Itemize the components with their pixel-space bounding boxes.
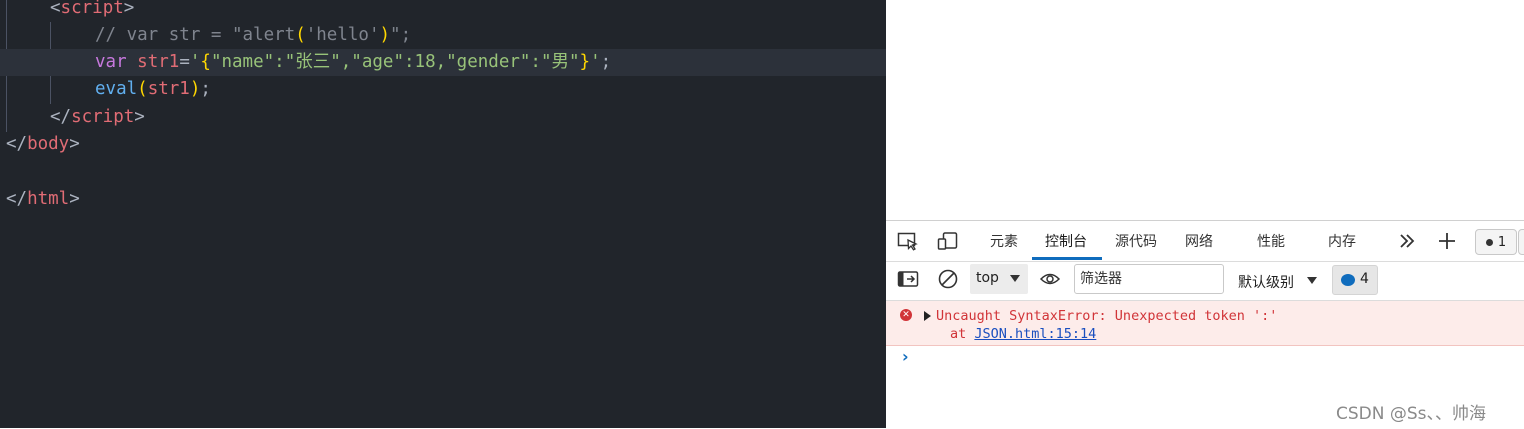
warning-count-badge[interactable] [1518, 229, 1524, 255]
log-levels-dropdown[interactable]: 默认级别 [1238, 272, 1294, 292]
log-levels-label: 默认级别 [1238, 275, 1294, 291]
message-icon [1341, 274, 1355, 286]
console-prompt[interactable]: › [902, 347, 909, 366]
page-preview [886, 0, 1524, 220]
tab-memory[interactable]: 内存 [1328, 221, 1356, 261]
error-message: Uncaught SyntaxError: Unexpected token '… [936, 308, 1278, 324]
code-line-script-close: </script> [50, 107, 145, 127]
error-location-link[interactable]: JSON.html:15:14 [974, 326, 1096, 342]
code-line-eval: eval(str1); [95, 79, 211, 99]
tab-elements[interactable]: 元素 [990, 221, 1018, 261]
code-line-script-open: <script> [50, 0, 135, 18]
code-editor[interactable]: <script> // var str = "alert('hello')"; … [0, 0, 886, 428]
devtools-panel: 元素 控制台 源代码 网络 性能 内存 1 top 筛选器 默认级别 4 ✕ U… [886, 220, 1524, 429]
filter-input[interactable] [1074, 264, 1224, 294]
code-line-comment: // var str = "alert('hello')"; [95, 25, 412, 45]
error-count-badge[interactable]: 1 [1475, 229, 1517, 255]
devtools-tabbar: 元素 控制台 源代码 网络 性能 内存 1 [886, 221, 1524, 262]
eye-icon[interactable] [1038, 269, 1062, 289]
console-toolbar: top 默认级别 4 [886, 262, 1524, 301]
tab-sources[interactable]: 源代码 [1115, 221, 1157, 261]
code-line-var-str1: var str1='{"name":"张三","age":18,"gender"… [95, 52, 612, 72]
message-count-badge[interactable]: 4 [1332, 265, 1378, 295]
context-value: top [976, 270, 999, 286]
error-count: 1 [1497, 234, 1507, 250]
error-dot-icon [1485, 238, 1493, 246]
watermark: CSDN @Ss、、帅海 [1336, 404, 1487, 424]
clear-icon[interactable] [936, 269, 960, 289]
code-line-body-close: </body> [6, 134, 80, 154]
inspect-icon[interactable] [896, 231, 920, 251]
error-icon: ✕ [900, 309, 912, 321]
active-tab-indicator [1032, 257, 1102, 260]
tab-console[interactable]: 控制台 [1045, 221, 1087, 261]
context-select[interactable]: top [970, 264, 1028, 294]
tab-performance[interactable]: 性能 [1257, 221, 1285, 261]
more-tabs-icon[interactable] [1395, 231, 1419, 251]
sidebar-icon[interactable] [896, 269, 920, 289]
tab-network[interactable]: 网络 [1185, 221, 1213, 261]
error-stack: at JSON.html:15:14 [950, 326, 1097, 342]
expand-triangle-icon[interactable] [924, 311, 931, 321]
chevron-down-icon [1010, 275, 1020, 282]
plus-icon[interactable] [1435, 231, 1459, 251]
message-count: 4 [1360, 271, 1369, 287]
code-line-html-close: </html> [6, 189, 80, 209]
chevron-down-icon [1307, 277, 1317, 284]
console-error-row[interactable]: ✕ Uncaught SyntaxError: Unexpected token… [886, 301, 1524, 346]
device-icon[interactable] [936, 231, 960, 251]
